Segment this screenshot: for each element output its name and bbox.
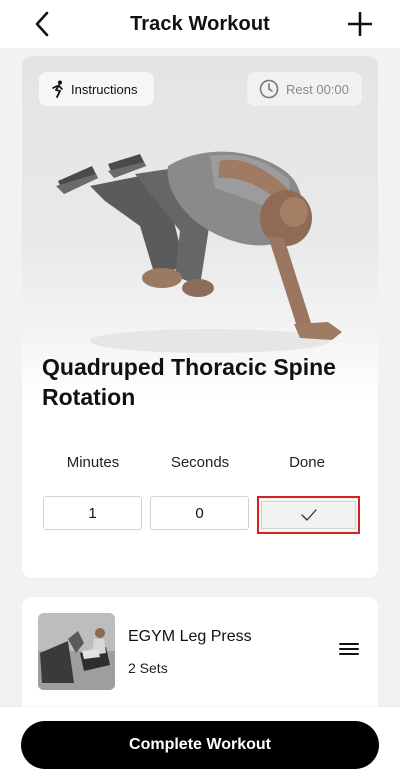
done-checkbox-inner [261, 501, 356, 529]
exercise-card: Instructions Rest 00:00 Quadruped Thorac… [22, 56, 378, 578]
instructions-label: Instructions [71, 81, 138, 97]
done-checkbox[interactable] [257, 496, 360, 534]
next-exercise-card[interactable]: EGYM Leg Press 2 Sets [22, 597, 378, 717]
exercise-image: Instructions Rest 00:00 [22, 56, 378, 400]
seconds-input[interactable]: 0 [150, 496, 249, 530]
rest-label: Rest 00:00 [286, 81, 349, 97]
clock-icon [259, 79, 279, 99]
instructions-button[interactable]: Instructions [39, 72, 154, 106]
chevron-left-icon [35, 11, 49, 37]
plus-icon [348, 12, 372, 36]
running-figure-icon [51, 80, 67, 98]
bottom-bar: Complete Workout [0, 707, 400, 782]
seconds-label: Seconds [170, 454, 230, 471]
exercise-figure-illustration [56, 151, 342, 353]
checkmark-icon [300, 509, 317, 521]
header-bar: Track Workout [0, 0, 400, 48]
next-exercise-sets: 2 Sets [128, 660, 168, 676]
complete-workout-button[interactable]: Complete Workout [21, 721, 379, 769]
done-label: Done [289, 454, 325, 471]
minutes-input[interactable]: 1 [43, 496, 142, 530]
leg-press-thumbnail [38, 613, 115, 690]
back-button[interactable] [28, 10, 56, 38]
page-title: Track Workout [130, 12, 270, 35]
exercise-name: Quadruped Thoracic Spine Rotation [42, 354, 336, 410]
minutes-label: Minutes [66, 454, 120, 471]
menu-drag-icon[interactable] [338, 641, 360, 657]
next-exercise-name: EGYM Leg Press [128, 628, 252, 645]
rest-timer[interactable]: Rest 00:00 [247, 72, 362, 106]
add-button[interactable] [346, 10, 374, 38]
